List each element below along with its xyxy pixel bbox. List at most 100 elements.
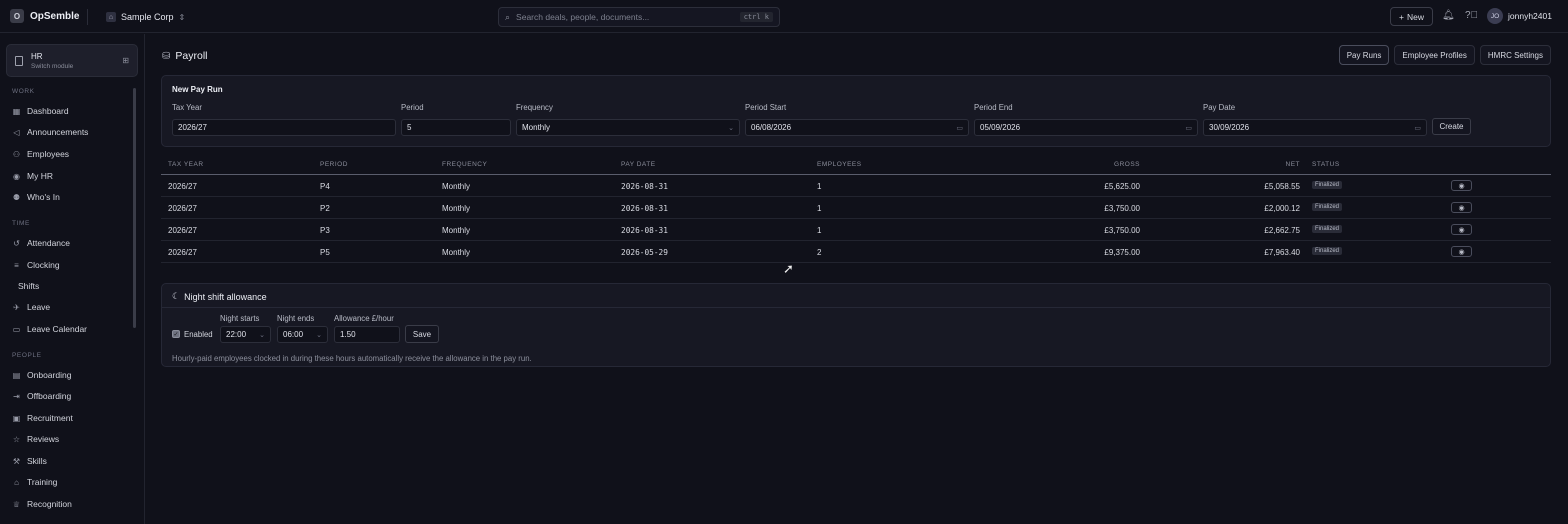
eye-icon[interactable]: ◉ — [1451, 224, 1472, 235]
sidebar-item-whos-in[interactable]: ⚉ Who's In — [12, 192, 60, 202]
brand[interactable]: O OpSemble — [10, 9, 79, 23]
sidebar-item-attendance[interactable]: ↺ Attendance — [12, 238, 70, 248]
sidebar-item-label: Attendance — [27, 238, 71, 248]
night-starts-select[interactable]: 22:00 ⌄ — [220, 326, 271, 343]
create-button[interactable]: Create — [1432, 118, 1471, 135]
cell-period: P5 — [320, 248, 330, 257]
frequency-value: Monthly — [522, 123, 551, 132]
sidebar-item-my-hr[interactable]: ◉ My HR — [12, 171, 53, 181]
frequency-select[interactable]: Monthly ⌄ — [516, 119, 740, 136]
users-icon: ⚇ — [12, 149, 21, 159]
sidebar-item-training[interactable]: ⌂ Training — [12, 477, 57, 487]
tax-year-input[interactable]: 2026/27 — [172, 119, 396, 136]
cell-pay-date: 2026-05-29 — [621, 248, 668, 257]
sidebar-item-label: Training — [27, 477, 58, 487]
calendar-icon[interactable]: ▭ — [1414, 124, 1421, 132]
org-switcher[interactable]: ⌂ Sample Corp ⇕ — [100, 8, 191, 26]
eye-icon[interactable]: ◉ — [1451, 180, 1472, 191]
period-end-input[interactable]: 05/09/2026 ▭ — [974, 119, 1198, 136]
allowance-input[interactable]: 1.50 — [334, 326, 400, 343]
graduation-icon: ⌂ — [14, 477, 19, 487]
th-period: PERIOD — [320, 161, 348, 168]
help-icon[interactable]: ?⃝ — [1465, 10, 1478, 21]
night-starts-value: 22:00 — [226, 330, 247, 339]
cell-employees: 1 — [817, 204, 822, 213]
tab-employee-profiles[interactable]: Employee Profiles — [1394, 45, 1475, 65]
sidebar-item-dashboard[interactable]: ▦ Dashboard — [12, 106, 69, 116]
org-icon: ⌂ — [106, 12, 116, 22]
th-pay-date: PAY DATE — [621, 161, 656, 168]
payroll-tabs: Pay Runs Employee Profiles HMRC Settings — [1338, 45, 1551, 65]
sidebar-item-announcements[interactable]: ◁ Announcements — [12, 127, 88, 137]
cell-pay-date: 2026-08-31 — [621, 226, 668, 235]
calendar-icon: ▭ — [12, 324, 21, 334]
night-shift-hint: Hourly-paid employees clocked in during … — [172, 354, 532, 363]
tax-year-label: Tax Year — [172, 103, 202, 112]
history-icon: ↺ — [13, 238, 20, 248]
pay-date-label: Pay Date — [1203, 103, 1236, 112]
table-row[interactable]: 2026/27 P4 Monthly 2026-08-31 1 £5,625.0… — [161, 175, 1551, 197]
sidebar-item-label: Skills — [27, 456, 47, 466]
cell-pay-date: 2026-08-31 — [621, 204, 668, 213]
cell-tax-year: 2026/27 — [168, 248, 197, 257]
calendar-icon[interactable]: ▭ — [956, 124, 963, 132]
sidebar-item-label: Dashboard — [27, 106, 69, 116]
pay-date-value: 30/09/2026 — [1209, 123, 1250, 132]
global-search[interactable]: ⌕ Search deals, people, documents... ctr… — [498, 7, 780, 27]
status-badge: Finalized — [1312, 181, 1343, 189]
card-title: New Pay Run — [172, 85, 223, 94]
module-switcher[interactable]: HR Switch module ⊞ — [6, 44, 138, 77]
star-icon: ☆ — [12, 434, 21, 444]
allowance-label: Allowance £/hour — [334, 314, 394, 323]
table-row[interactable]: 2026/27 P5 Monthly 2026-05-29 2 £9,375.0… — [161, 241, 1551, 263]
cell-pay-date: 2026-08-31 — [621, 182, 668, 191]
calendar-icon[interactable]: ▭ — [1185, 124, 1192, 132]
table-row[interactable]: 2026/27 P3 Monthly 2026-08-31 1 £3,750.0… — [161, 219, 1551, 241]
period-input[interactable]: 5 — [401, 119, 511, 136]
sidebar-item-recognition[interactable]: ♕ Recognition — [12, 499, 72, 509]
sidebar-item-reviews[interactable]: ☆ Reviews — [12, 434, 59, 444]
search-input[interactable]: Search deals, people, documents... — [516, 12, 734, 22]
period-start-value: 06/08/2026 — [751, 123, 792, 132]
tax-year-value: 2026/27 — [178, 123, 207, 132]
tab-pay-runs[interactable]: Pay Runs — [1338, 45, 1390, 65]
user-menu[interactable]: JO jonnyh2401 — [1487, 8, 1552, 24]
cell-frequency: Monthly — [442, 204, 471, 213]
sidebar-item-offboarding[interactable]: ⇥ Offboarding — [12, 391, 71, 401]
sidebar-item-label: Reviews — [27, 434, 60, 444]
new-button[interactable]: + New — [1390, 7, 1433, 26]
username: jonnyh2401 — [1508, 11, 1552, 21]
sidebar-item-shifts[interactable]: Shifts — [18, 281, 39, 291]
status-badge: Finalized — [1312, 225, 1343, 233]
sidebar-item-recruitment[interactable]: ▣ Recruitment — [12, 413, 73, 423]
th-net: NET — [1285, 161, 1300, 168]
eye-icon[interactable]: ◉ — [1451, 246, 1472, 257]
th-frequency: FREQUENCY — [442, 161, 488, 168]
tab-hmrc-settings[interactable]: HMRC Settings — [1479, 45, 1551, 65]
sidebar-item-onboarding[interactable]: ▤ Onboarding — [12, 370, 72, 380]
sidebar-scrollbar[interactable] — [133, 88, 136, 328]
table-row[interactable]: 2026/27 P2 Monthly 2026-08-31 1 £3,750.0… — [161, 197, 1551, 219]
period-start-input[interactable]: 06/08/2026 ▭ — [745, 119, 969, 136]
sidebar-item-clocking[interactable]: ≡ Clocking — [12, 260, 59, 270]
sidebar-item-employees[interactable]: ⚇ Employees — [12, 149, 69, 159]
brand-logo-icon: O — [10, 9, 24, 23]
cell-employees: 2 — [817, 248, 822, 257]
top-bar: O OpSemble ⌂ Sample Corp ⇕ ⌕ Search deal… — [0, 0, 1568, 33]
th-tax-year: TAX YEAR — [168, 161, 204, 168]
table-header: TAX YEAR PERIOD FREQUENCY PAY DATE EMPLO… — [161, 156, 1551, 175]
enabled-checkbox[interactable]: ✓ — [172, 330, 180, 338]
night-ends-select[interactable]: 06:00 ⌄ — [277, 326, 328, 343]
pay-date-input[interactable]: 30/09/2026 ▭ — [1203, 119, 1427, 136]
eye-icon[interactable]: ◉ — [1451, 202, 1472, 213]
wrench-icon: ⚒ — [12, 456, 21, 466]
sidebar-item-skills[interactable]: ⚒ Skills — [12, 456, 47, 466]
chevron-updown-icon: ⇕ — [178, 12, 186, 22]
sidebar-item-leave-calendar[interactable]: ▭ Leave Calendar — [12, 324, 87, 334]
cell-frequency: Monthly — [442, 182, 471, 191]
cell-tax-year: 2026/27 — [168, 204, 197, 213]
save-button[interactable]: Save — [405, 325, 439, 343]
list-icon: ≡ — [14, 260, 19, 270]
sidebar-item-leave[interactable]: ✈ Leave — [12, 302, 50, 312]
bell-icon[interactable]: 🔔︎ — [1442, 10, 1455, 21]
